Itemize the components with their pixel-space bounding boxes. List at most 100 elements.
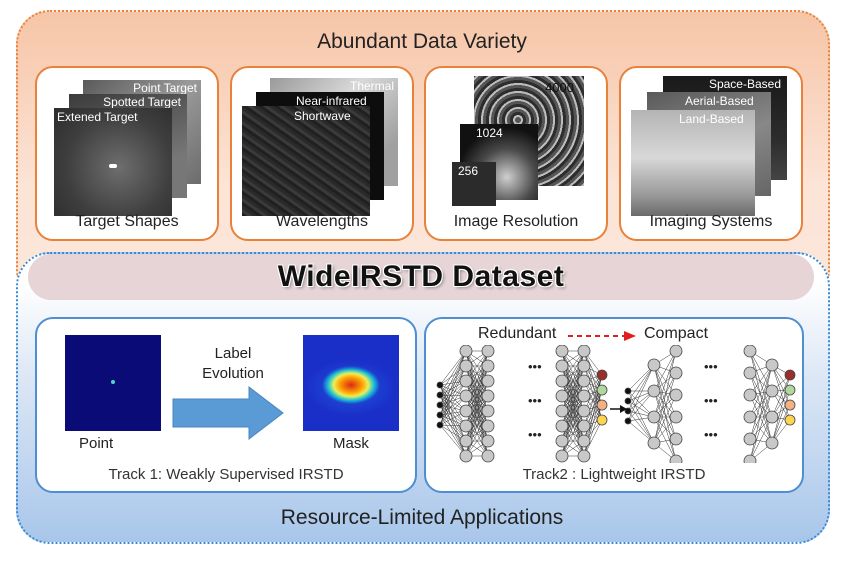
input-node <box>624 397 632 405</box>
hidden-node <box>647 384 661 398</box>
shortwave-label: Shortwave <box>294 109 351 123</box>
hidden-node <box>669 454 683 463</box>
input-node <box>436 381 444 389</box>
hidden-node <box>555 434 569 448</box>
spotted-target-label: Spotted Target <box>103 95 181 109</box>
output-node <box>596 414 608 426</box>
hidden-node <box>481 449 495 463</box>
mask-caption: Mask <box>333 435 369 452</box>
input-node <box>436 421 444 429</box>
input-node <box>624 417 632 425</box>
target-dot <box>109 164 117 168</box>
output-node <box>784 414 796 426</box>
shortwave-layer: Shortwave <box>242 106 370 216</box>
hidden-node <box>669 345 683 358</box>
hidden-node <box>669 410 683 424</box>
output-node <box>596 369 608 381</box>
output-node <box>784 369 796 381</box>
imaging-systems-card: Space-Based Aerial-Based Land-Based Imag… <box>619 66 803 241</box>
track1-panel: Point Label Evolution Mask Track 1: Weak… <box>35 317 417 493</box>
mask-outer <box>303 335 399 431</box>
ellipsis-6: ••• <box>704 427 718 442</box>
hidden-node <box>555 449 569 463</box>
hidden-node <box>555 359 569 373</box>
hidden-node <box>555 389 569 403</box>
hidden-node <box>481 419 495 433</box>
land-based-label: Land-Based <box>679 112 744 126</box>
hidden-node <box>647 358 661 372</box>
output-node <box>596 399 608 411</box>
hidden-node <box>481 345 495 358</box>
hidden-node <box>459 434 473 448</box>
hidden-node <box>765 358 779 372</box>
hidden-node <box>669 388 683 402</box>
hidden-node <box>459 389 473 403</box>
hidden-node <box>459 404 473 418</box>
hidden-node <box>577 404 591 418</box>
res-256-layer: 256 <box>452 162 496 206</box>
hidden-node <box>669 366 683 380</box>
wavelengths-label: Wavelengths <box>276 213 368 230</box>
hidden-node <box>459 345 473 358</box>
track1-label: Track 1: Weakly Supervised IRSTD <box>108 466 344 483</box>
hidden-node <box>481 434 495 448</box>
hidden-node <box>577 449 591 463</box>
track2-label: Track2 : Lightweight IRSTD <box>522 466 706 483</box>
space-based-label: Space-Based <box>708 77 781 91</box>
res-4000-label: 4000 <box>545 80 574 95</box>
input-node <box>436 411 444 419</box>
label-evolution-line1: Label <box>214 345 252 362</box>
res-256-label: 256 <box>458 164 479 178</box>
hidden-node <box>481 374 495 388</box>
track2-panel: Redundant Compact ••• ••• ••• ••• ••• ••… <box>424 317 804 493</box>
ellipsis-5: ••• <box>704 393 718 408</box>
mask-image <box>303 335 399 431</box>
hidden-node <box>743 410 757 424</box>
hidden-node <box>743 454 757 463</box>
hidden-node <box>577 434 591 448</box>
res-1024-label: 1024 <box>476 126 503 140</box>
point-caption: Point <box>79 435 114 452</box>
point-target-label: Point Target <box>133 81 197 95</box>
hidden-node <box>765 436 779 450</box>
data-variety-title: Abundant Data Variety <box>317 30 527 53</box>
hidden-node <box>647 436 661 450</box>
hidden-node <box>743 366 757 380</box>
hidden-node <box>577 345 591 358</box>
redundant-title: Redundant <box>478 325 557 342</box>
hidden-node <box>743 388 757 402</box>
hidden-node <box>577 389 591 403</box>
wavelengths-card: Thermal Near-infrared Shortwave Waveleng… <box>230 66 414 241</box>
hidden-node <box>765 410 779 424</box>
hidden-node <box>481 389 495 403</box>
hidden-node <box>577 359 591 373</box>
target-shapes-label: Target Shapes <box>75 213 179 230</box>
hidden-node <box>577 374 591 388</box>
hidden-node <box>647 410 661 424</box>
input-node <box>436 391 444 399</box>
pruning-arrow <box>610 405 627 413</box>
point-label-image <box>65 335 161 431</box>
output-node <box>784 399 796 411</box>
redundant-to-compact-arrow <box>568 331 636 341</box>
hidden-node <box>459 359 473 373</box>
input-node <box>624 387 632 395</box>
hidden-node <box>765 384 779 398</box>
hidden-node <box>459 419 473 433</box>
extended-target-label: Extened Target <box>57 110 138 124</box>
label-evolution-arrow <box>172 385 284 441</box>
label-evolution-line2: Evolution <box>202 365 264 382</box>
hidden-node <box>743 345 757 358</box>
target-shapes-card: Point Target Spotted Target Extened Targ… <box>35 66 219 241</box>
imaging-systems-label: Imaging Systems <box>649 213 773 230</box>
ellipsis-1: ••• <box>528 359 542 374</box>
hidden-node <box>459 374 473 388</box>
aerial-based-label: Aerial-Based <box>685 94 754 108</box>
land-based-layer: Land-Based <box>631 110 755 216</box>
hidden-node <box>555 374 569 388</box>
applications-title: Resource-Limited Applications <box>280 506 564 529</box>
hidden-node <box>555 404 569 418</box>
image-resolution-card: 4000 1024 256 Image Resolution <box>424 66 608 241</box>
output-node <box>596 384 608 396</box>
ellipsis-2: ••• <box>528 393 542 408</box>
